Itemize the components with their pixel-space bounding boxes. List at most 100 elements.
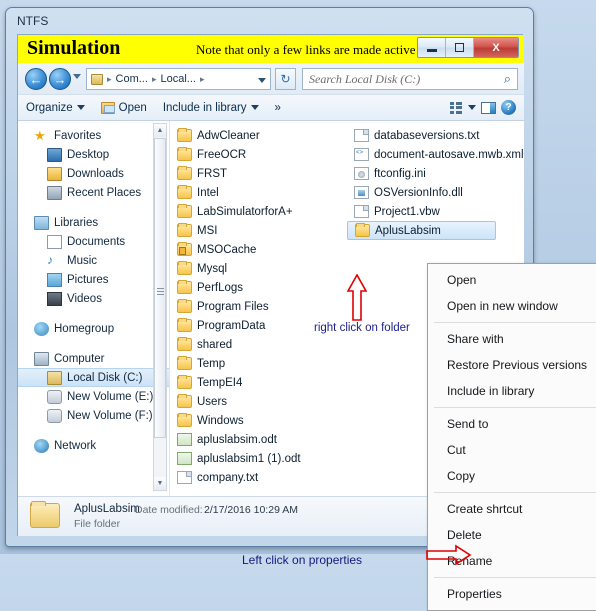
menu-item-copy[interactable]: Copy <box>428 463 596 489</box>
sidebar-label: Music <box>67 254 98 267</box>
open-button[interactable]: Open <box>93 96 155 120</box>
sidebar-item-libraries[interactable]: Libraries <box>18 213 169 232</box>
scroll-up-icon[interactable]: ▲ <box>154 124 166 137</box>
file-name: AdwCleaner <box>197 129 260 142</box>
homegroup-icon <box>34 321 49 336</box>
file-name: TempEI4 <box>197 376 243 389</box>
close-button[interactable]: X <box>474 38 518 57</box>
menu-item-open[interactable]: Open <box>428 267 596 293</box>
recent-pages-chevron-down-icon[interactable] <box>73 74 81 79</box>
star-icon: ★ <box>34 127 46 143</box>
libraries-icon <box>34 215 49 230</box>
sidebar-item-favorites[interactable]: ★ Favorites <box>18 126 169 145</box>
list-item[interactable]: company.txt <box>170 468 347 487</box>
change-view-icon[interactable] <box>450 101 463 114</box>
include-in-library-button[interactable]: Include in library <box>155 96 267 120</box>
folder-icon <box>177 223 192 237</box>
sidebar-item-recent-places[interactable]: Recent Places <box>18 183 169 202</box>
list-item[interactable]: PerfLogs <box>170 278 347 297</box>
view-chevron-down-icon[interactable] <box>468 105 476 110</box>
breadcrumb-local-disk[interactable]: Local... <box>160 73 195 85</box>
minimize-button[interactable] <box>418 38 446 57</box>
sidebar-item-homegroup[interactable]: Homegroup <box>18 319 169 338</box>
list-item[interactable]: shared <box>170 335 347 354</box>
navigation-scrollbar[interactable]: ▲ ▼ <box>153 123 167 491</box>
list-item[interactable]: Windows <box>170 411 347 430</box>
list-item[interactable]: apluslabsim.odt <box>170 430 347 449</box>
drive-icon <box>91 73 103 85</box>
list-item[interactable]: apluslabsim1 (1).odt <box>170 449 347 468</box>
list-item[interactable]: ftconfig.ini <box>347 164 524 183</box>
folder-icon <box>177 261 192 275</box>
sidebar-item-local-disk-c[interactable]: Local Disk (C:) <box>18 368 169 387</box>
list-item[interactable]: FRST <box>170 164 347 183</box>
locked-folder-icon <box>177 242 192 256</box>
folder-icon <box>177 318 192 332</box>
toolbar-overflow-button[interactable]: » <box>267 96 289 120</box>
sidebar-item-computer[interactable]: Computer <box>18 349 169 368</box>
ini-file-icon <box>354 167 369 180</box>
list-item[interactable]: Program Files <box>170 297 347 316</box>
menu-item-cut[interactable]: Cut <box>428 437 596 463</box>
menu-item-properties[interactable]: Properties <box>428 581 596 607</box>
refresh-button[interactable]: ↻ <box>275 68 296 90</box>
drive-icon <box>47 408 62 423</box>
forward-button[interactable]: → <box>49 68 71 90</box>
text-file-icon <box>177 471 192 484</box>
sidebar-item-pictures[interactable]: Pictures <box>18 270 169 289</box>
folder-icon <box>177 128 192 142</box>
breadcrumb-separator: ▸ <box>107 73 112 84</box>
list-item[interactable]: Temp <box>170 354 347 373</box>
list-item[interactable]: OSVersionInfo.dll <box>347 183 524 202</box>
menu-item-include-in-library[interactable]: Include in library <box>428 378 596 404</box>
list-item[interactable]: document-autosave.mwb.xml <box>347 145 524 164</box>
maximize-button[interactable] <box>446 38 474 57</box>
list-item-apluslabsim[interactable]: AplusLabsim <box>347 221 496 240</box>
list-item[interactable]: databaseversions.txt <box>347 126 524 145</box>
menu-item-open-in-new-window[interactable]: Open in new window <box>428 293 596 319</box>
preview-pane-icon[interactable] <box>481 101 496 114</box>
list-item[interactable]: Users <box>170 392 347 411</box>
file-name: FreeOCR <box>197 148 247 161</box>
help-icon[interactable]: ? <box>501 100 516 115</box>
annotation-arrow-right-icon <box>426 544 472 566</box>
list-item[interactable]: MSOCache <box>170 240 347 259</box>
search-input[interactable]: Search Local Disk (C:) <box>309 72 504 87</box>
menu-item-send-to[interactable]: Send to <box>428 411 596 437</box>
back-button[interactable]: ← <box>25 68 47 90</box>
sidebar-item-music[interactable]: ♪ Music <box>18 251 169 270</box>
scrollbar-thumb[interactable] <box>154 138 166 438</box>
list-item[interactable]: MSI <box>170 221 347 240</box>
menu-item-create-shortcut[interactable]: Create shrtcut <box>428 496 596 522</box>
list-item[interactable]: Mysql <box>170 259 347 278</box>
vbw-file-icon <box>354 205 369 218</box>
list-item[interactable]: FreeOCR <box>170 145 347 164</box>
sidebar-item-network[interactable]: Network <box>18 436 169 455</box>
sidebar-item-videos[interactable]: Videos <box>18 289 169 308</box>
list-item[interactable]: TempEI4 <box>170 373 347 392</box>
sidebar-item-new-volume-e[interactable]: New Volume (E:) <box>18 387 169 406</box>
organize-button[interactable]: Organize <box>18 96 93 120</box>
network-icon <box>34 438 49 453</box>
file-name: apluslabsim.odt <box>197 433 277 446</box>
include-in-library-label: Include in library <box>162 101 247 114</box>
sidebar-item-documents[interactable]: Documents <box>18 232 169 251</box>
breadcrumb-computer[interactable]: Com... <box>116 73 148 85</box>
list-item[interactable]: Intel <box>170 183 347 202</box>
address-breadcrumb-field[interactable]: ▸ Com... ▸ Local... ▸ <box>86 68 271 90</box>
sidebar-item-desktop[interactable]: Desktop <box>18 145 169 164</box>
navigation-pane: ★ Favorites Desktop Downloads Recent Pla… <box>18 121 170 496</box>
list-item[interactable]: LabSimulatorforA+ <box>170 202 347 221</box>
list-item[interactable]: AdwCleaner <box>170 126 347 145</box>
sidebar-item-downloads[interactable]: Downloads <box>18 164 169 183</box>
menu-item-restore-previous-versions[interactable]: Restore Previous versions <box>428 352 596 378</box>
scroll-down-icon[interactable]: ▼ <box>154 477 166 490</box>
menu-item-share-with[interactable]: Share with <box>428 326 596 352</box>
address-dropdown-chevron-down-icon[interactable] <box>258 78 266 83</box>
sidebar-item-new-volume-f[interactable]: New Volume (F:) <box>18 406 169 425</box>
list-item[interactable]: Project1.vbw <box>347 202 524 221</box>
search-box[interactable]: Search Local Disk (C:) ⌕ <box>302 68 518 90</box>
maximize-icon <box>455 43 464 52</box>
